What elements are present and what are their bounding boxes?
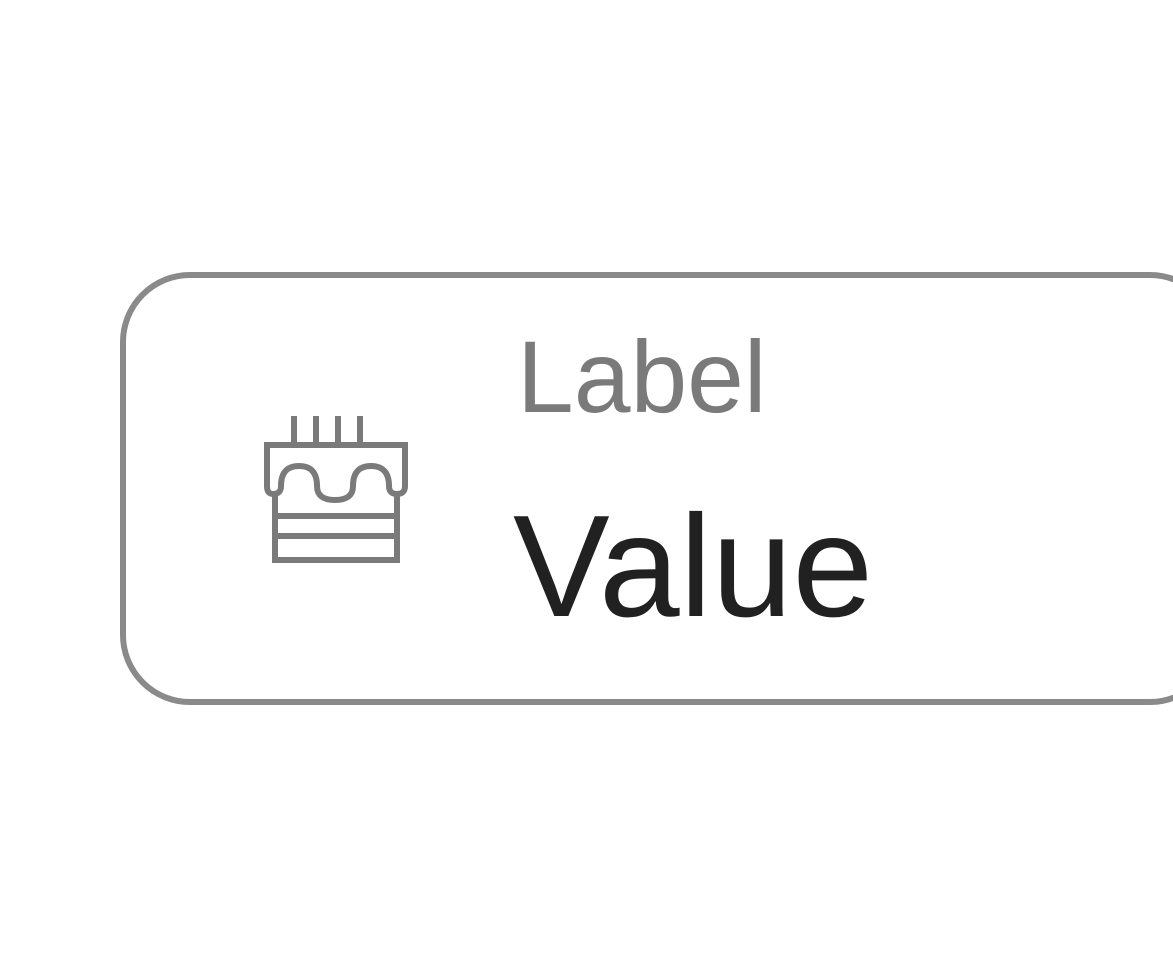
cake-icon: [255, 408, 415, 568]
field-label: Label: [517, 320, 767, 434]
field-value[interactable]: Value: [513, 494, 873, 639]
